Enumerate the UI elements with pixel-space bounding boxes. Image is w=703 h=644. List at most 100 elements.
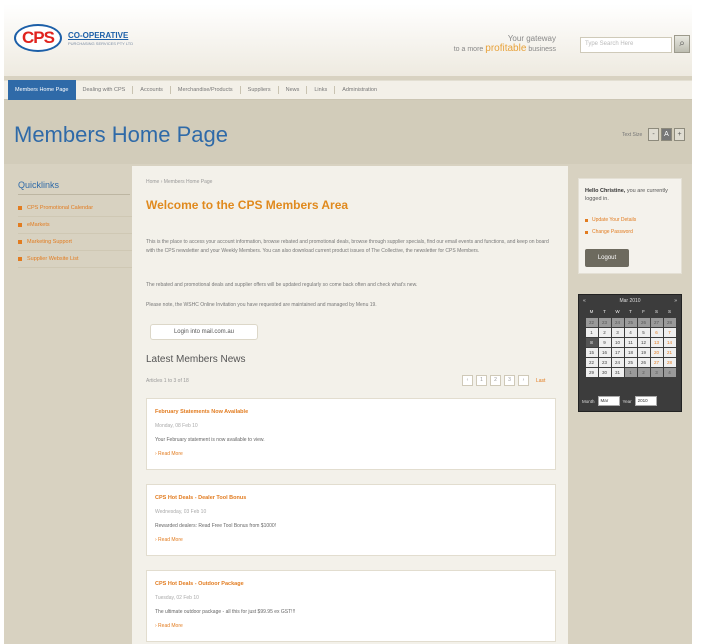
nav-item-accounts[interactable]: Accounts: [133, 80, 170, 100]
logo-subtitle: PURCHASING SERVICES PTY LTD: [68, 40, 134, 46]
news-date: Monday, 08 Feb 10: [155, 423, 198, 429]
calendar-day[interactable]: 19: [637, 347, 650, 357]
intro-text: This is the place to access your account…: [146, 239, 549, 254]
news-pager: ‹ 1 2 3 › Last: [462, 375, 545, 386]
nav-item-members-home[interactable]: Members Home Page: [8, 80, 76, 100]
calendar-day[interactable]: 18: [624, 347, 637, 357]
calendar-prev-icon[interactable]: «: [583, 298, 586, 304]
read-more-link[interactable]: › Read More: [155, 623, 183, 629]
calendar-day[interactable]: 14: [663, 337, 676, 347]
calendar-day[interactable]: 21: [663, 347, 676, 357]
text-normal-button[interactable]: A: [661, 128, 672, 141]
paragraph-deals: The rebated and promotional deals and su…: [146, 282, 418, 288]
calendar-day[interactable]: 28: [663, 317, 676, 327]
main-nav: Members Home Page Dealing with CPS Accou…: [4, 80, 692, 100]
calendar-next-icon[interactable]: »: [674, 298, 677, 304]
pager-prev-button[interactable]: ‹: [462, 375, 473, 386]
calendar-day[interactable]: 1: [624, 367, 637, 377]
month-select[interactable]: Mar: [597, 396, 620, 406]
read-more-link[interactable]: › Read More: [155, 537, 183, 543]
update-details-link[interactable]: Update Your Details: [585, 217, 636, 223]
calendar-day[interactable]: 6: [650, 327, 663, 337]
calendar-day[interactable]: 1: [585, 327, 598, 337]
calendar-day[interactable]: 20: [650, 347, 663, 357]
calendar-day[interactable]: 27: [650, 317, 663, 327]
pager-page-button[interactable]: 3: [504, 375, 515, 386]
news-title-link[interactable]: CPS Hot Deals - Outdoor Package: [155, 581, 244, 587]
calendar-day[interactable]: 25: [624, 317, 637, 327]
quicklink-marketing[interactable]: Marketing Support: [18, 234, 136, 251]
search-icon[interactable]: ⌕: [674, 35, 690, 53]
quicklink-promo-calendar[interactable]: CPS Promotional Calendar: [18, 200, 136, 217]
cps-logo[interactable]: CPS CO-OPERATIVE PURCHASING SERVICES PTY…: [14, 24, 133, 52]
calendar-day[interactable]: 24: [611, 317, 624, 327]
calendar-day[interactable]: 25: [624, 357, 637, 367]
nav-item-merchandise[interactable]: Merchandise/Products: [171, 80, 240, 100]
calendar-day[interactable]: 27: [650, 357, 663, 367]
pager-next-button[interactable]: ›: [518, 375, 529, 386]
calendar-day[interactable]: 28: [663, 357, 676, 367]
search-input[interactable]: Type Search Here: [580, 37, 672, 53]
calendar-day[interactable]: 4: [624, 327, 637, 337]
read-more-link[interactable]: › Read More: [155, 451, 183, 457]
nav-item-news[interactable]: News: [279, 80, 307, 100]
calendar-day[interactable]: 29: [585, 367, 598, 377]
calendar-footer: Month Mar Year 2010: [579, 391, 683, 411]
calendar-day[interactable]: 7: [663, 327, 676, 337]
calendar-day[interactable]: 9: [598, 337, 611, 347]
calendar-day[interactable]: 5: [637, 327, 650, 337]
text-larger-button[interactable]: +: [674, 128, 685, 141]
news-title-link[interactable]: February Statements Now Available: [155, 409, 248, 415]
logout-button[interactable]: Logout: [585, 249, 629, 267]
quicklink-emarkets[interactable]: eMarkets: [18, 217, 136, 234]
pager-page-button[interactable]: 2: [490, 375, 501, 386]
news-summary: Your February statement is now available…: [155, 437, 265, 443]
calendar-day[interactable]: 8: [585, 337, 598, 347]
calendar-day[interactable]: 2: [598, 327, 611, 337]
nav-item-administration[interactable]: Administration: [335, 80, 384, 100]
calendar-day[interactable]: 23: [598, 317, 611, 327]
calendar-day[interactable]: 31: [611, 367, 624, 377]
breadcrumb[interactable]: Home › Members Home Page: [146, 179, 212, 185]
text-smaller-button[interactable]: -: [648, 128, 659, 141]
calendar-grid: M T W T F S S 22 23 24 25 26 27 28 1 2 3 4 5 6 7 8 9 10 11 12 13 14…: [585, 307, 681, 377]
calendar-day[interactable]: 3: [611, 327, 624, 337]
news-date: Tuesday, 02 Feb 10: [155, 595, 199, 601]
calendar-day[interactable]: 24: [611, 357, 624, 367]
nav-item-links[interactable]: Links: [307, 80, 334, 100]
nav-item-suppliers[interactable]: Suppliers: [241, 80, 278, 100]
news-title-link[interactable]: CPS Hot Deals - Dealer Tool Bonus: [155, 495, 246, 501]
calendar-day[interactable]: 26: [637, 317, 650, 327]
calendar-day[interactable]: 11: [624, 337, 637, 347]
calendar-weekday: W: [615, 309, 620, 314]
year-select[interactable]: 2010: [634, 396, 657, 406]
welcome-heading: Welcome to the CPS Members Area: [146, 198, 349, 212]
quicklink-supplier-websites[interactable]: Supplier Website List: [18, 251, 136, 268]
bullet-icon: [585, 218, 588, 222]
calendar-day[interactable]: 10: [611, 337, 624, 347]
calendar-day[interactable]: 26: [637, 357, 650, 367]
change-password-link[interactable]: Change Password: [585, 229, 633, 235]
mail-login-button[interactable]: Login into mail.com.au: [150, 324, 258, 340]
calendar-day[interactable]: 30: [598, 367, 611, 377]
calendar-day[interactable]: 15: [585, 347, 598, 357]
nav-item-dealing[interactable]: Dealing with CPS: [76, 80, 133, 100]
pager-last-link[interactable]: Last: [536, 378, 545, 384]
calendar-day[interactable]: 23: [598, 357, 611, 367]
calendar-day[interactable]: 4: [663, 367, 676, 377]
bullet-icon: [18, 240, 22, 244]
calendar-day[interactable]: 3: [650, 367, 663, 377]
page-title: Members Home Page: [14, 122, 228, 147]
pager-page-button[interactable]: 1: [476, 375, 487, 386]
calendar-day[interactable]: 22: [585, 317, 598, 327]
calendar-day[interactable]: 12: [637, 337, 650, 347]
bullet-icon: [585, 230, 588, 234]
calendar-day[interactable]: 2: [637, 367, 650, 377]
calendar-day[interactable]: 13: [650, 337, 663, 347]
calendar-day[interactable]: 22: [585, 357, 598, 367]
calendar-day[interactable]: 17: [611, 347, 624, 357]
greeting: Hello Christine, you are currently logge…: [585, 188, 668, 202]
calendar-month-title: Mar 2010: [619, 298, 641, 304]
calendar-widget: « Mar 2010 » M T W T F S S 22 23 24 25 26 27 28 1 2 3 4 5 6…: [578, 294, 682, 412]
calendar-day[interactable]: 16: [598, 347, 611, 357]
